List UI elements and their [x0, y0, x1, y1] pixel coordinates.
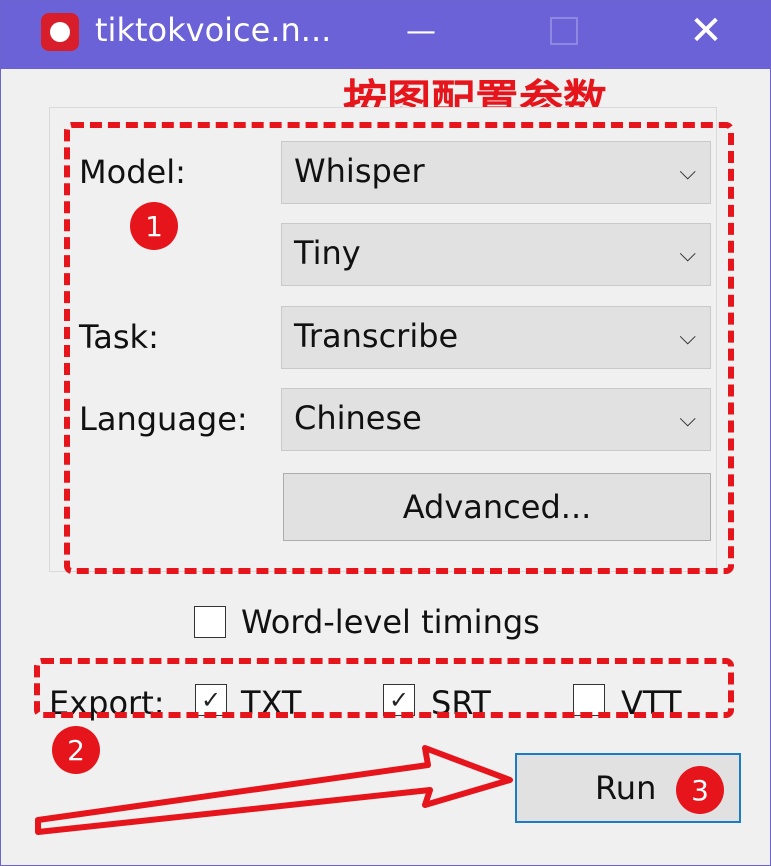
- arrow-icon: [35, 745, 513, 835]
- arrow-annotation: [35, 745, 513, 835]
